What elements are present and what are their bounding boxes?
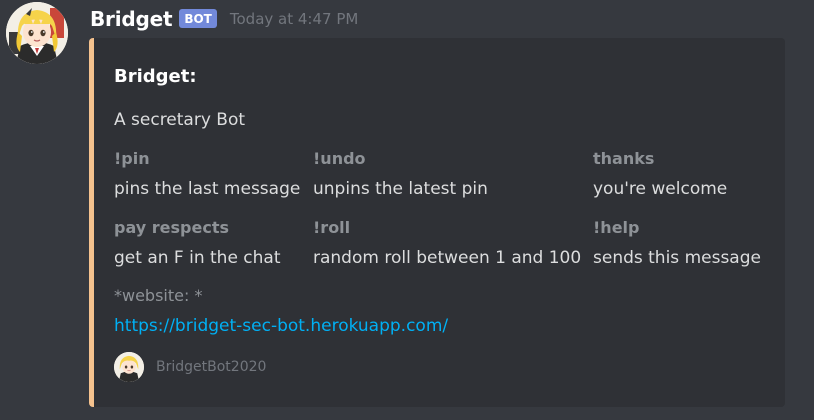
footer-avatar <box>114 352 144 382</box>
website-label: *website: * <box>114 286 203 305</box>
embed-field-value: pins the last message <box>114 179 301 199</box>
anime-girl-avatar-icon <box>6 2 68 64</box>
chat-message: Bridget BOT Today at 4:47 PM Bridget: A … <box>0 0 814 420</box>
embed-field-undo: !undo unpins the latest pin <box>313 148 488 200</box>
embed-field-name: !roll <box>313 218 351 237</box>
embed-field-thanks: thanks you're welcome <box>593 148 727 200</box>
embed-description: A secretary Bot <box>114 110 246 130</box>
embed-footer-text: BridgetBot2020 <box>156 359 267 375</box>
embed-title: Bridget: <box>114 66 197 87</box>
embed-field-pay-respects: pay respects get an F in the chat <box>114 217 281 269</box>
embed-field-name: !pin <box>114 149 150 168</box>
embed-field-value: random roll between 1 and 100 <box>313 248 582 268</box>
embed-field-value: unpins the latest pin <box>313 179 488 199</box>
anime-girl-avatar-icon <box>114 352 144 382</box>
embed-field-name: !undo <box>313 149 366 168</box>
embed-field-value: sends this message <box>593 248 761 268</box>
bot-tag-badge: BOT <box>179 8 217 28</box>
user-avatar[interactable] <box>6 2 68 64</box>
embed-field-pin: !pin pins the last message <box>114 148 300 200</box>
embed-field-help: !help sends this message <box>593 217 761 269</box>
embed-field-value: you're welcome <box>593 179 728 199</box>
embed-field-name: thanks <box>593 149 655 168</box>
embed-footer: BridgetBot2020 <box>114 352 266 382</box>
website-link[interactable]: https://bridget-sec-bot.herokuapp.com/ <box>114 316 448 336</box>
embed-field-name: !help <box>593 218 640 237</box>
message-header: Bridget BOT Today at 4:47 PM <box>90 4 358 34</box>
username[interactable]: Bridget <box>90 7 173 31</box>
embed-field-roll: !roll random roll between 1 and 100 <box>313 217 581 269</box>
rich-embed: Bridget: A secretary Bot !pin pins the l… <box>89 38 785 407</box>
message-timestamp[interactable]: Today at 4:47 PM <box>230 10 358 28</box>
embed-field-name: pay respects <box>114 218 229 237</box>
embed-field-value: get an F in the chat <box>114 248 281 268</box>
